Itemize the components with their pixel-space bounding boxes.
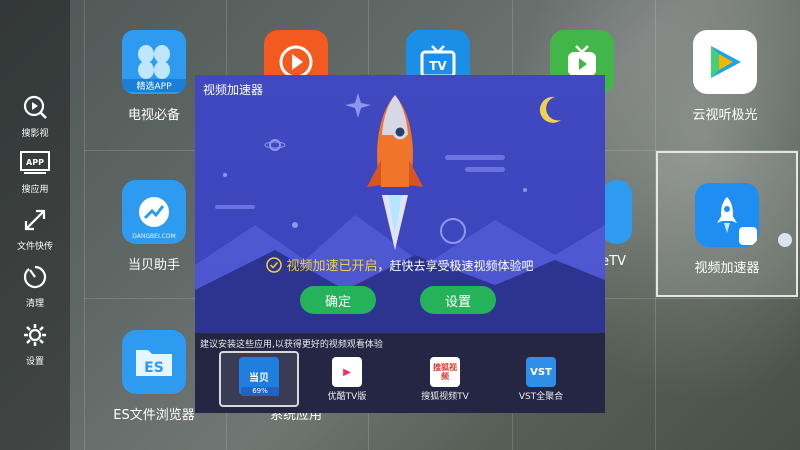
rocket-illustration [195, 93, 605, 333]
recommend-app-vst[interactable]: VST VST全聚合 [501, 351, 581, 407]
check-circle-icon [266, 257, 283, 276]
svg-text:APP: APP [26, 158, 44, 167]
sidebar-item-search-video[interactable]: 搜影视 [0, 92, 70, 139]
dangbei-app-icon: DANGBEI.COM [122, 180, 186, 244]
youku-icon: ▶ [332, 357, 362, 387]
sidebar-item-search-app[interactable]: APP 搜应用 [0, 148, 70, 195]
recommend-app-name: 搜狐视频TV [421, 392, 469, 402]
youku-icon-glyph: ▶ [343, 366, 351, 378]
sidebar: 搜影视 APP 搜应用 文件快传 清理 设置 [0, 0, 70, 450]
vst-icon: VST [526, 357, 556, 387]
dialog-hero: 视频加速器 视频加速已开启，赶快去享受极速视频体验吧 确定 设置 [195, 75, 605, 333]
yunshi-app-icon [693, 30, 757, 94]
svg-text:TV: TV [429, 59, 447, 73]
message-highlight: 视频加速已开启 [286, 259, 378, 274]
sidebar-item-clean[interactable]: 清理 [0, 262, 70, 309]
accelerator-message: 视频加速已开启，赶快去享受极速视频体验吧 [195, 255, 605, 276]
settings-button[interactable]: 设置 [420, 286, 496, 314]
recommend-app-dangbei[interactable]: 当贝 69% [219, 351, 299, 407]
recommend-app-sohu[interactable]: 搜狐视频 搜狐视频TV [405, 351, 485, 407]
confirm-button[interactable]: 确定 [300, 286, 376, 314]
tile-badge-icon [778, 233, 792, 247]
app-icon: APP [20, 148, 50, 178]
recommend-app-youku[interactable]: ▶ 优酷TV版 [307, 351, 387, 407]
tile-video-accelerator[interactable]: 视频加速器 [656, 151, 798, 297]
tile-label: 视频加速器 [694, 261, 760, 276]
svg-text:ES: ES [144, 360, 164, 376]
download-progress: 69% [241, 387, 279, 396]
sidebar-item-label: 搜影视 [21, 129, 49, 139]
sidebar-item-file-transfer[interactable]: 文件快传 [0, 205, 70, 252]
jingxuan-app-icon: 精选APP [122, 30, 186, 94]
sidebar-item-label: 文件快传 [16, 242, 53, 252]
sidebar-item-label: 设置 [25, 357, 44, 367]
sohu-icon-text: 搜狐视频 [433, 363, 457, 381]
rocket-app-icon [695, 183, 759, 247]
tile-label: 云视听极光 [692, 108, 758, 123]
recommend-app-name: VST全聚合 [518, 392, 564, 402]
settings-icon [20, 320, 50, 350]
recommend-app-name: 优酷TV版 [327, 392, 367, 402]
folder-app-icon: ES [122, 330, 186, 394]
jingxuan-badge: 精选APP [122, 79, 186, 92]
message-text: ，赶快去享受极速视频体验吧 [377, 259, 534, 273]
sohu-icon: 搜狐视频 [430, 357, 460, 387]
search-video-icon [20, 92, 50, 122]
recommend-panel: 建议安装这些应用,以获得更好的视频观看体验 当贝 69% ▶ 优酷TV版 搜狐视… [195, 333, 605, 413]
recommend-text: 建议安装这些应用,以获得更好的视频观看体验 [200, 340, 383, 350]
clean-icon [20, 262, 50, 292]
etv-app-icon [602, 180, 632, 244]
sidebar-item-label: 搜应用 [21, 185, 49, 195]
tile-yunshi-app[interactable]: 云视听极光 [655, 0, 795, 145]
dangbei-icon-text: 当贝 [249, 372, 269, 384]
vst-icon-text: VST [530, 366, 552, 378]
accelerator-dialog: 视频加速器 视频加速已开启，赶快去享受极速视频体验吧 确定 设置 建议安装这些应… [195, 75, 605, 413]
sidebar-item-label: 清理 [25, 299, 44, 309]
sidebar-item-settings[interactable]: 设置 [0, 320, 70, 367]
dialog-title: 视频加速器 [203, 83, 264, 97]
file-transfer-icon [20, 205, 50, 235]
dangbei-caption: DANGBEI.COM [132, 233, 176, 240]
